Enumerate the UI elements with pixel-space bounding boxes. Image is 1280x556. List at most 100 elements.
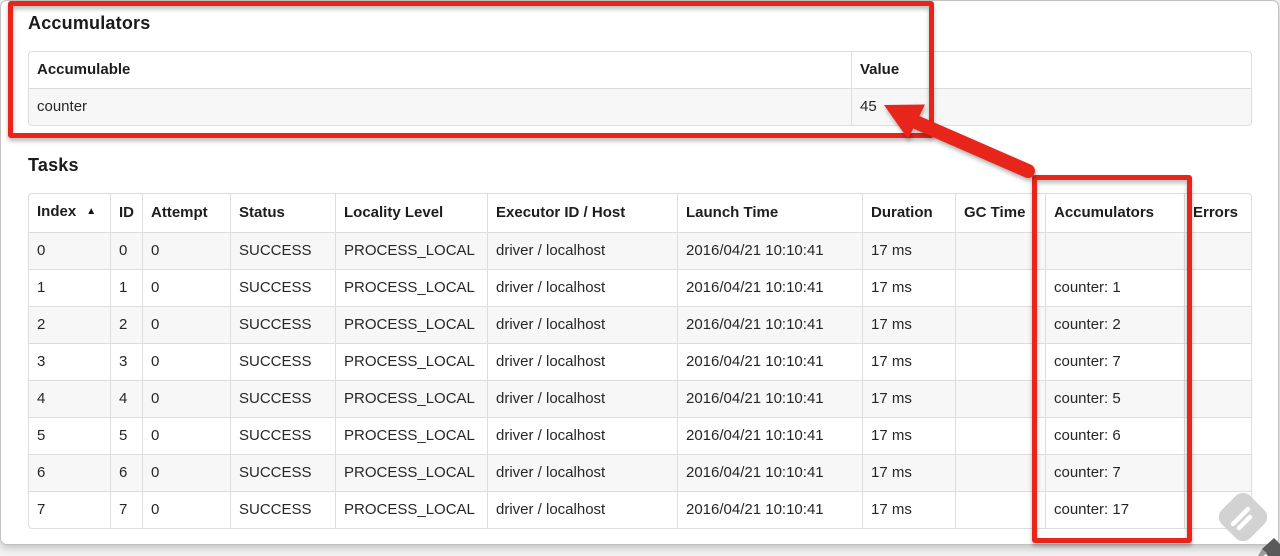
column-header-label: GC Time: [964, 204, 1026, 221]
column-header-attempt[interactable]: Attempt: [142, 194, 230, 232]
column-header-executor-id-host[interactable]: Executor ID / Host: [487, 194, 677, 232]
table-cell: [1184, 232, 1251, 269]
table-cell: counter: 17: [1045, 491, 1184, 528]
table-cell: 3: [110, 343, 142, 380]
table-cell: [1184, 306, 1251, 343]
table-cell: PROCESS_LOCAL: [335, 269, 487, 306]
table-cell: 3: [29, 343, 110, 380]
table-cell: 5: [110, 417, 142, 454]
column-header-status[interactable]: Status: [230, 194, 335, 232]
column-header-label: Locality Level: [344, 204, 444, 221]
column-header-label: Duration: [871, 204, 933, 221]
table-cell: driver / localhost: [487, 454, 677, 491]
column-header-locality-level[interactable]: Locality Level: [335, 194, 487, 232]
table-cell: counter: 7: [1045, 343, 1184, 380]
table-cell: 2016/04/21 10:10:41: [677, 454, 862, 491]
column-header-value[interactable]: Value: [851, 52, 1251, 88]
column-header-label: Accumulators: [1054, 204, 1155, 221]
accumulable-value-cell: 45: [851, 88, 1251, 125]
table-cell: 4: [110, 380, 142, 417]
table-cell: [955, 269, 1045, 306]
table-cell: 7: [29, 491, 110, 528]
column-header-label: Errors: [1193, 204, 1239, 221]
accumulators-table: Accumulable Value counter 45: [28, 51, 1252, 126]
tasks-table-body: 0 0 0 SUCCESS PROCESS_LOCAL driver / localhos…: [29, 232, 1251, 528]
table-cell: 17 ms: [862, 306, 955, 343]
column-header-accumulable[interactable]: Accumulable: [29, 52, 851, 88]
column-header-id[interactable]: ID: [110, 194, 142, 232]
table-cell: 0: [142, 306, 230, 343]
table-cell: 17 ms: [862, 417, 955, 454]
table-cell: 17 ms: [862, 343, 955, 380]
table-cell: 0: [142, 269, 230, 306]
column-header-duration[interactable]: Duration: [862, 194, 955, 232]
table-cell: SUCCESS: [230, 269, 335, 306]
table-cell: 0: [142, 380, 230, 417]
table-cell: 5: [29, 417, 110, 454]
table-cell: 6: [29, 454, 110, 491]
table-row: 3 3 0 SUCCESS PROCESS_LOCAL driver / localhos…: [29, 343, 1251, 380]
table-cell: [955, 491, 1045, 528]
column-header-label: ID: [119, 204, 134, 221]
column-header-gc-time[interactable]: GC Time: [955, 194, 1045, 232]
column-header-launch-time[interactable]: Launch Time: [677, 194, 862, 232]
table-cell: [1184, 491, 1251, 528]
page-content: Accumulators Accumulable Value counter 4…: [1, 1, 1278, 529]
table-cell: 0: [29, 232, 110, 269]
table-cell: counter: 6: [1045, 417, 1184, 454]
tasks-header-row: Index ▲ ID Attempt Status Locality Level Execu…: [29, 194, 1251, 232]
table-cell: driver / localhost: [487, 417, 677, 454]
table-cell: 17 ms: [862, 380, 955, 417]
table-cell: 4: [29, 380, 110, 417]
column-header-errors[interactable]: Errors: [1184, 194, 1251, 232]
table-cell: counter: 7: [1045, 454, 1184, 491]
table-cell: 1: [29, 269, 110, 306]
table-cell: [955, 343, 1045, 380]
table-cell: 2: [110, 306, 142, 343]
table-cell: 2: [29, 306, 110, 343]
table-cell: 0: [142, 454, 230, 491]
table-cell: 2016/04/21 10:10:41: [677, 269, 862, 306]
table-row: 5 5 0 SUCCESS PROCESS_LOCAL driver / localhos…: [29, 417, 1251, 454]
table-cell: PROCESS_LOCAL: [335, 343, 487, 380]
table-row: 2 2 0 SUCCESS PROCESS_LOCAL driver / localhos…: [29, 306, 1251, 343]
table-cell: 17 ms: [862, 232, 955, 269]
table-cell: 0: [142, 232, 230, 269]
table-row: 7 7 0 SUCCESS PROCESS_LOCAL driver / localhos…: [29, 491, 1251, 528]
table-cell: driver / localhost: [487, 380, 677, 417]
table-cell: counter: 1: [1045, 269, 1184, 306]
column-header-label: Launch Time: [686, 204, 779, 221]
browser-page: Accumulators Accumulable Value counter 4…: [0, 0, 1279, 545]
table-row: counter 45: [29, 88, 1251, 125]
table-cell: 2016/04/21 10:10:41: [677, 306, 862, 343]
table-cell: 6: [110, 454, 142, 491]
table-cell: 0: [142, 417, 230, 454]
table-cell: driver / localhost: [487, 232, 677, 269]
column-header-label: Status: [239, 204, 285, 221]
table-row: 4 4 0 SUCCESS PROCESS_LOCAL driver / localhos…: [29, 380, 1251, 417]
table-cell: counter: 2: [1045, 306, 1184, 343]
accumulators-table-body: counter 45: [29, 88, 1251, 125]
table-cell: 0: [110, 232, 142, 269]
table-cell: 0: [142, 491, 230, 528]
table-cell: 17 ms: [862, 269, 955, 306]
accumulable-name-cell: counter: [29, 88, 851, 125]
table-row: 1 1 0 SUCCESS PROCESS_LOCAL driver / localhos…: [29, 269, 1251, 306]
table-cell: SUCCESS: [230, 232, 335, 269]
table-cell: 17 ms: [862, 491, 955, 528]
sort-ascending-icon: ▲: [86, 206, 97, 217]
column-header-accumulators[interactable]: Accumulators: [1045, 194, 1184, 232]
table-cell: SUCCESS: [230, 491, 335, 528]
table-cell: PROCESS_LOCAL: [335, 380, 487, 417]
table-cell: 2016/04/21 10:10:41: [677, 417, 862, 454]
table-cell: 2016/04/21 10:10:41: [677, 343, 862, 380]
column-header-index[interactable]: Index ▲: [29, 194, 110, 232]
table-cell: counter: 5: [1045, 380, 1184, 417]
column-header-label: Attempt: [151, 204, 208, 221]
table-cell: 2016/04/21 10:10:41: [677, 232, 862, 269]
table-cell: [1184, 269, 1251, 306]
table-cell: PROCESS_LOCAL: [335, 417, 487, 454]
table-row: 0 0 0 SUCCESS PROCESS_LOCAL driver / localhos…: [29, 232, 1251, 269]
table-cell: driver / localhost: [487, 306, 677, 343]
table-cell: 1: [110, 269, 142, 306]
